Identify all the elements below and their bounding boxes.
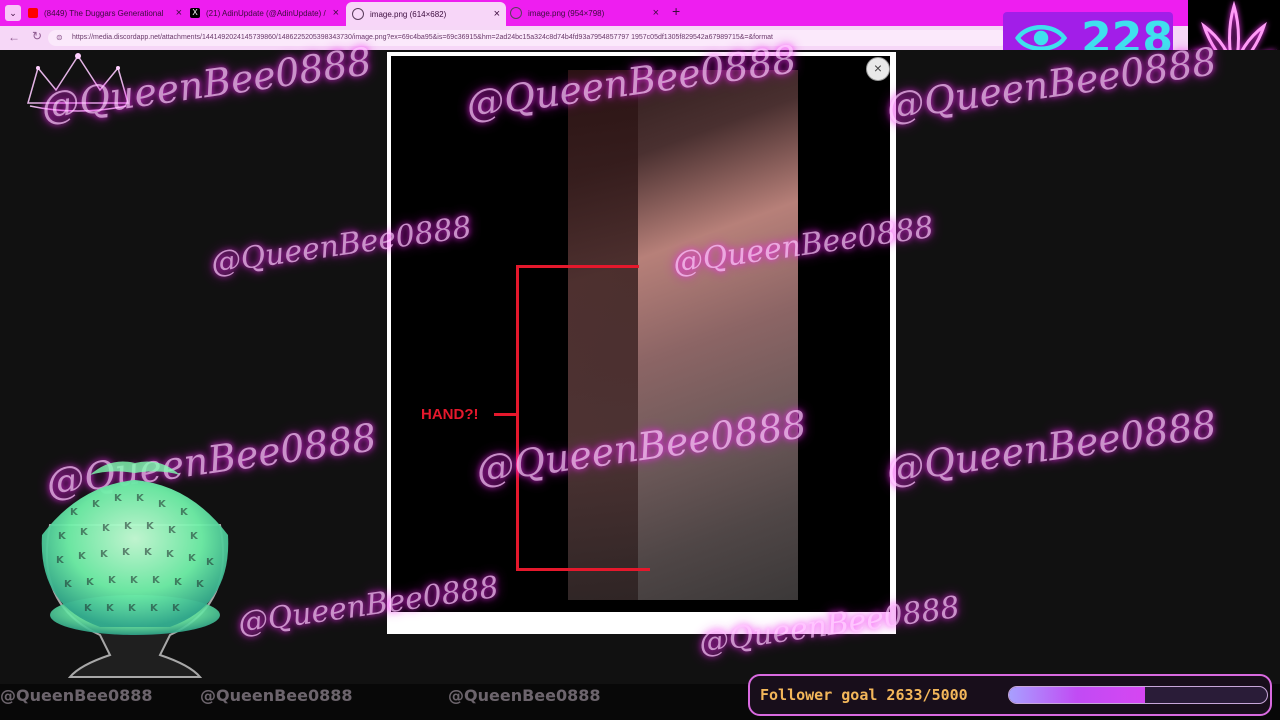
svg-text:K: K	[92, 499, 101, 510]
svg-text:K: K	[56, 555, 65, 566]
svg-text:K: K	[130, 575, 139, 586]
svg-text:K: K	[108, 575, 117, 586]
svg-text:K: K	[190, 531, 199, 542]
follower-goal-label: Follower goal 2633/5000	[760, 686, 968, 704]
follower-goal-progress-fill	[1009, 687, 1145, 703]
svg-text:K: K	[168, 525, 177, 536]
close-tab-icon[interactable]: ×	[333, 7, 339, 19]
svg-text:K: K	[188, 553, 197, 564]
back-icon[interactable]: ←	[8, 30, 20, 44]
svg-text:K: K	[58, 531, 67, 542]
photo-frame	[568, 70, 798, 600]
svg-text:K: K	[152, 575, 161, 586]
close-button[interactable]: ×	[866, 57, 890, 81]
svg-text:K: K	[174, 577, 183, 588]
site-info-icon[interactable]: ⊜	[56, 30, 63, 46]
svg-text:K: K	[78, 551, 87, 562]
svg-text:K: K	[150, 603, 159, 614]
svg-text:K: K	[196, 579, 205, 590]
tab-image-954[interactable]: image.png (954×798) ×	[510, 2, 665, 24]
svg-text:K: K	[128, 603, 137, 614]
crown-icon	[27, 53, 129, 112]
strip-watermark: @QueenBee0888	[0, 686, 153, 705]
svg-text:K: K	[166, 549, 175, 560]
svg-text:K: K	[146, 521, 155, 532]
svg-text:K: K	[136, 493, 145, 504]
tab-adinupdate[interactable]: X (21) AdinUpdate (@AdinUpdate) / ×	[190, 2, 345, 24]
new-tab-button[interactable]: +	[672, 3, 680, 19]
svg-text:K: K	[80, 527, 89, 538]
svg-text:K: K	[124, 521, 133, 532]
reload-icon[interactable]: ↻	[32, 29, 42, 43]
strip-watermark: @QueenBee0888	[200, 686, 353, 705]
svg-text:K: K	[144, 547, 153, 558]
svg-text:K: K	[102, 523, 111, 534]
svg-text:K: K	[158, 499, 167, 510]
svg-text:K: K	[180, 507, 189, 518]
svg-text:K: K	[114, 493, 123, 504]
svg-text:K: K	[84, 603, 93, 614]
photo-shadow	[568, 70, 638, 600]
svg-text:K: K	[70, 507, 79, 518]
hand-annotation: HAND?!	[421, 406, 479, 423]
tab-image-614[interactable]: image.png (614×682) ×	[346, 2, 506, 26]
displayed-image	[391, 56, 890, 612]
youtube-icon	[28, 8, 38, 18]
pointer-line	[494, 413, 516, 416]
url-field[interactable]: ⊜ https://media.discordapp.net/attachmen…	[48, 30, 1008, 46]
tab-title: image.png (614×682)	[370, 9, 447, 19]
tab-list-dropdown[interactable]: ⌄	[5, 5, 21, 21]
close-tab-icon[interactable]: ×	[653, 7, 659, 19]
svg-text:K: K	[86, 577, 95, 588]
tab-title: (21) AdinUpdate (@AdinUpdate) /	[206, 8, 326, 18]
x-logo-icon: X	[190, 8, 200, 18]
svg-text:K: K	[64, 579, 73, 590]
svg-text:K: K	[172, 603, 181, 614]
globe-icon	[352, 8, 364, 20]
strip-watermark: @QueenBee0888	[448, 686, 601, 705]
svg-text:K: K	[100, 549, 109, 560]
svg-text:K: K	[122, 547, 131, 558]
globe-icon	[510, 7, 522, 19]
follower-goal-progress-bar	[1008, 686, 1268, 704]
points-jar-icon: KKK KKK K K K K K KK KKKKKKKK KKKKKKK KKKKK	[41, 461, 229, 678]
svg-text:K: K	[206, 557, 215, 568]
follower-goal-widget: Follower goal 2633/5000	[748, 674, 1272, 716]
tab-title: (8449) The Duggars Generational	[44, 8, 164, 18]
bracket-top-line	[517, 265, 639, 268]
url-text: https://media.discordapp.net/attachments…	[72, 34, 773, 41]
bracket-bottom-line	[517, 568, 650, 571]
close-tab-icon[interactable]: ×	[176, 7, 182, 19]
image-modal	[387, 52, 896, 634]
tab-title: image.png (954×798)	[528, 8, 605, 18]
bracket-vertical-line	[516, 265, 519, 571]
tab-duggars[interactable]: (8449) The Duggars Generational ×	[28, 2, 188, 24]
close-tab-icon[interactable]: ×	[494, 8, 500, 20]
svg-text:K: K	[106, 603, 115, 614]
